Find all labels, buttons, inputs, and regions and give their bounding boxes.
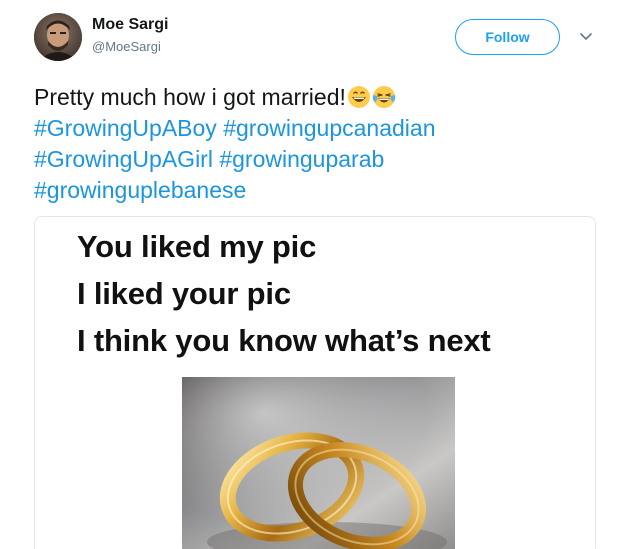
tweet-body: Pretty much how i got married!	[34, 84, 346, 110]
hashtag-line-3: #growinguplebanese	[34, 175, 594, 206]
tweet-first-line: Pretty much how i got married!	[34, 82, 594, 113]
user-handle[interactable]: @MoeSargi	[92, 38, 161, 56]
wedding-rings-photo	[182, 377, 455, 549]
avatar-photo	[34, 13, 82, 61]
hashtag-link[interactable]: #GrowingUpABoy	[34, 115, 217, 141]
follow-button[interactable]: Follow	[455, 19, 560, 55]
meme-caption-line: I think you know what’s next	[77, 323, 491, 358]
chevron-down-icon[interactable]	[577, 28, 595, 46]
grinning-face-emoji	[347, 85, 371, 109]
hashtag-link[interactable]: #growinguparab	[219, 146, 384, 172]
hashtag-link[interactable]: #GrowingUpAGirl	[34, 146, 213, 172]
tweet-text: Pretty much how i got married! #GrowingU…	[34, 82, 594, 206]
display-name[interactable]: Moe Sargi	[92, 15, 168, 35]
hashtag-line-2: #GrowingUpAGirl #growinguparab	[34, 144, 594, 175]
hashtag-link[interactable]: #growingupcanadian	[223, 115, 435, 141]
meme-caption-line: You liked my pic	[77, 229, 317, 264]
hashtag-line-1: #GrowingUpABoy #growingupcanadian	[34, 113, 594, 144]
face-with-tears-of-joy-emoji	[372, 85, 396, 109]
meme-caption-line: I liked your pic	[77, 276, 291, 311]
hashtag-link[interactable]: #growinguplebanese	[34, 177, 246, 203]
tweet-card: Moe Sargi @MoeSargi Follow Pretty much h…	[0, 0, 623, 549]
avatar[interactable]	[34, 13, 82, 61]
tweet-media-image[interactable]: You liked my pic I liked your pic I thin…	[34, 216, 596, 549]
